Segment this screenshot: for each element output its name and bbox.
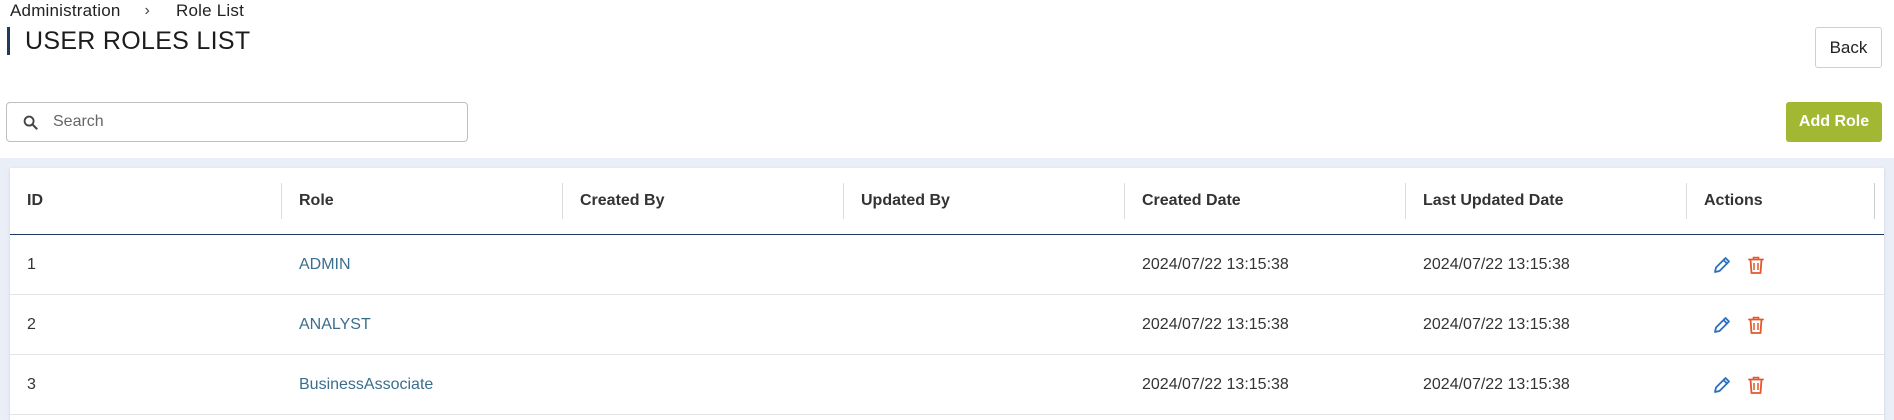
cell-last-updated-date: 2024/07/22 13:15:38 xyxy=(1423,255,1570,273)
pencil-icon[interactable] xyxy=(1711,314,1733,336)
breadcrumb-administration[interactable]: Administration xyxy=(10,1,121,21)
page-title-bar: USER ROLES LIST xyxy=(7,27,250,55)
table-header: ID Role Created By Updated By Created Da… xyxy=(10,168,1884,235)
cell-role-link[interactable]: ANALYST xyxy=(282,316,563,334)
cell-id: 3 xyxy=(27,375,36,393)
cell-created-date: 2024/07/22 13:15:38 xyxy=(1142,375,1289,393)
cell-last-updated-date: 2024/07/22 13:15:38 xyxy=(1423,315,1570,333)
column-header-last-updated-date[interactable]: Last Updated Date xyxy=(1406,183,1687,219)
cell-actions xyxy=(1687,254,1875,276)
cell-id: 1 xyxy=(27,255,36,273)
column-header-role[interactable]: Role xyxy=(282,183,563,219)
breadcrumb-separator: › xyxy=(144,2,151,19)
cell-role-link[interactable]: BusinessAssociate xyxy=(282,376,563,394)
add-role-button[interactable]: Add Role xyxy=(1786,102,1882,142)
back-button[interactable]: Back xyxy=(1815,27,1882,68)
pencil-icon[interactable] xyxy=(1711,374,1733,396)
cell-created-date: 2024/07/22 13:15:38 xyxy=(1142,315,1289,333)
roles-table: ID Role Created By Updated By Created Da… xyxy=(10,168,1884,420)
cell-last-updated-date: 2024/07/22 13:15:38 xyxy=(1423,375,1570,393)
column-header-updated-by[interactable]: Updated By xyxy=(844,183,1125,219)
column-header-created-date[interactable]: Created Date xyxy=(1125,183,1406,219)
table-row: 2 ANALYST 2024/07/22 13:15:38 2024/07/22… xyxy=(10,295,1884,355)
trash-icon[interactable] xyxy=(1745,314,1767,336)
cell-id: 2 xyxy=(27,315,36,333)
table-row: 3 BusinessAssociate 2024/07/22 13:15:38 … xyxy=(10,355,1884,415)
table-container: ID Role Created By Updated By Created Da… xyxy=(0,158,1894,420)
cell-created-date: 2024/07/22 13:15:38 xyxy=(1142,255,1289,273)
pencil-icon[interactable] xyxy=(1711,254,1733,276)
trash-icon[interactable] xyxy=(1745,374,1767,396)
column-header-created-by[interactable]: Created By xyxy=(563,183,844,219)
breadcrumb: Administration › Role List xyxy=(10,1,244,21)
breadcrumb-current: Role List xyxy=(176,1,244,20)
column-header-actions: Actions xyxy=(1687,183,1875,219)
cell-actions xyxy=(1687,314,1875,336)
search-box[interactable] xyxy=(6,102,468,142)
column-header-id[interactable]: ID xyxy=(10,183,282,219)
search-icon xyxy=(21,113,39,131)
cell-role-link[interactable]: ADMIN xyxy=(282,256,563,274)
page-title: USER ROLES LIST xyxy=(25,26,251,55)
table-row: 1 ADMIN 2024/07/22 13:15:38 2024/07/22 1… xyxy=(10,235,1884,295)
cell-actions xyxy=(1687,374,1875,396)
search-input[interactable] xyxy=(51,112,451,132)
trash-icon[interactable] xyxy=(1745,254,1767,276)
